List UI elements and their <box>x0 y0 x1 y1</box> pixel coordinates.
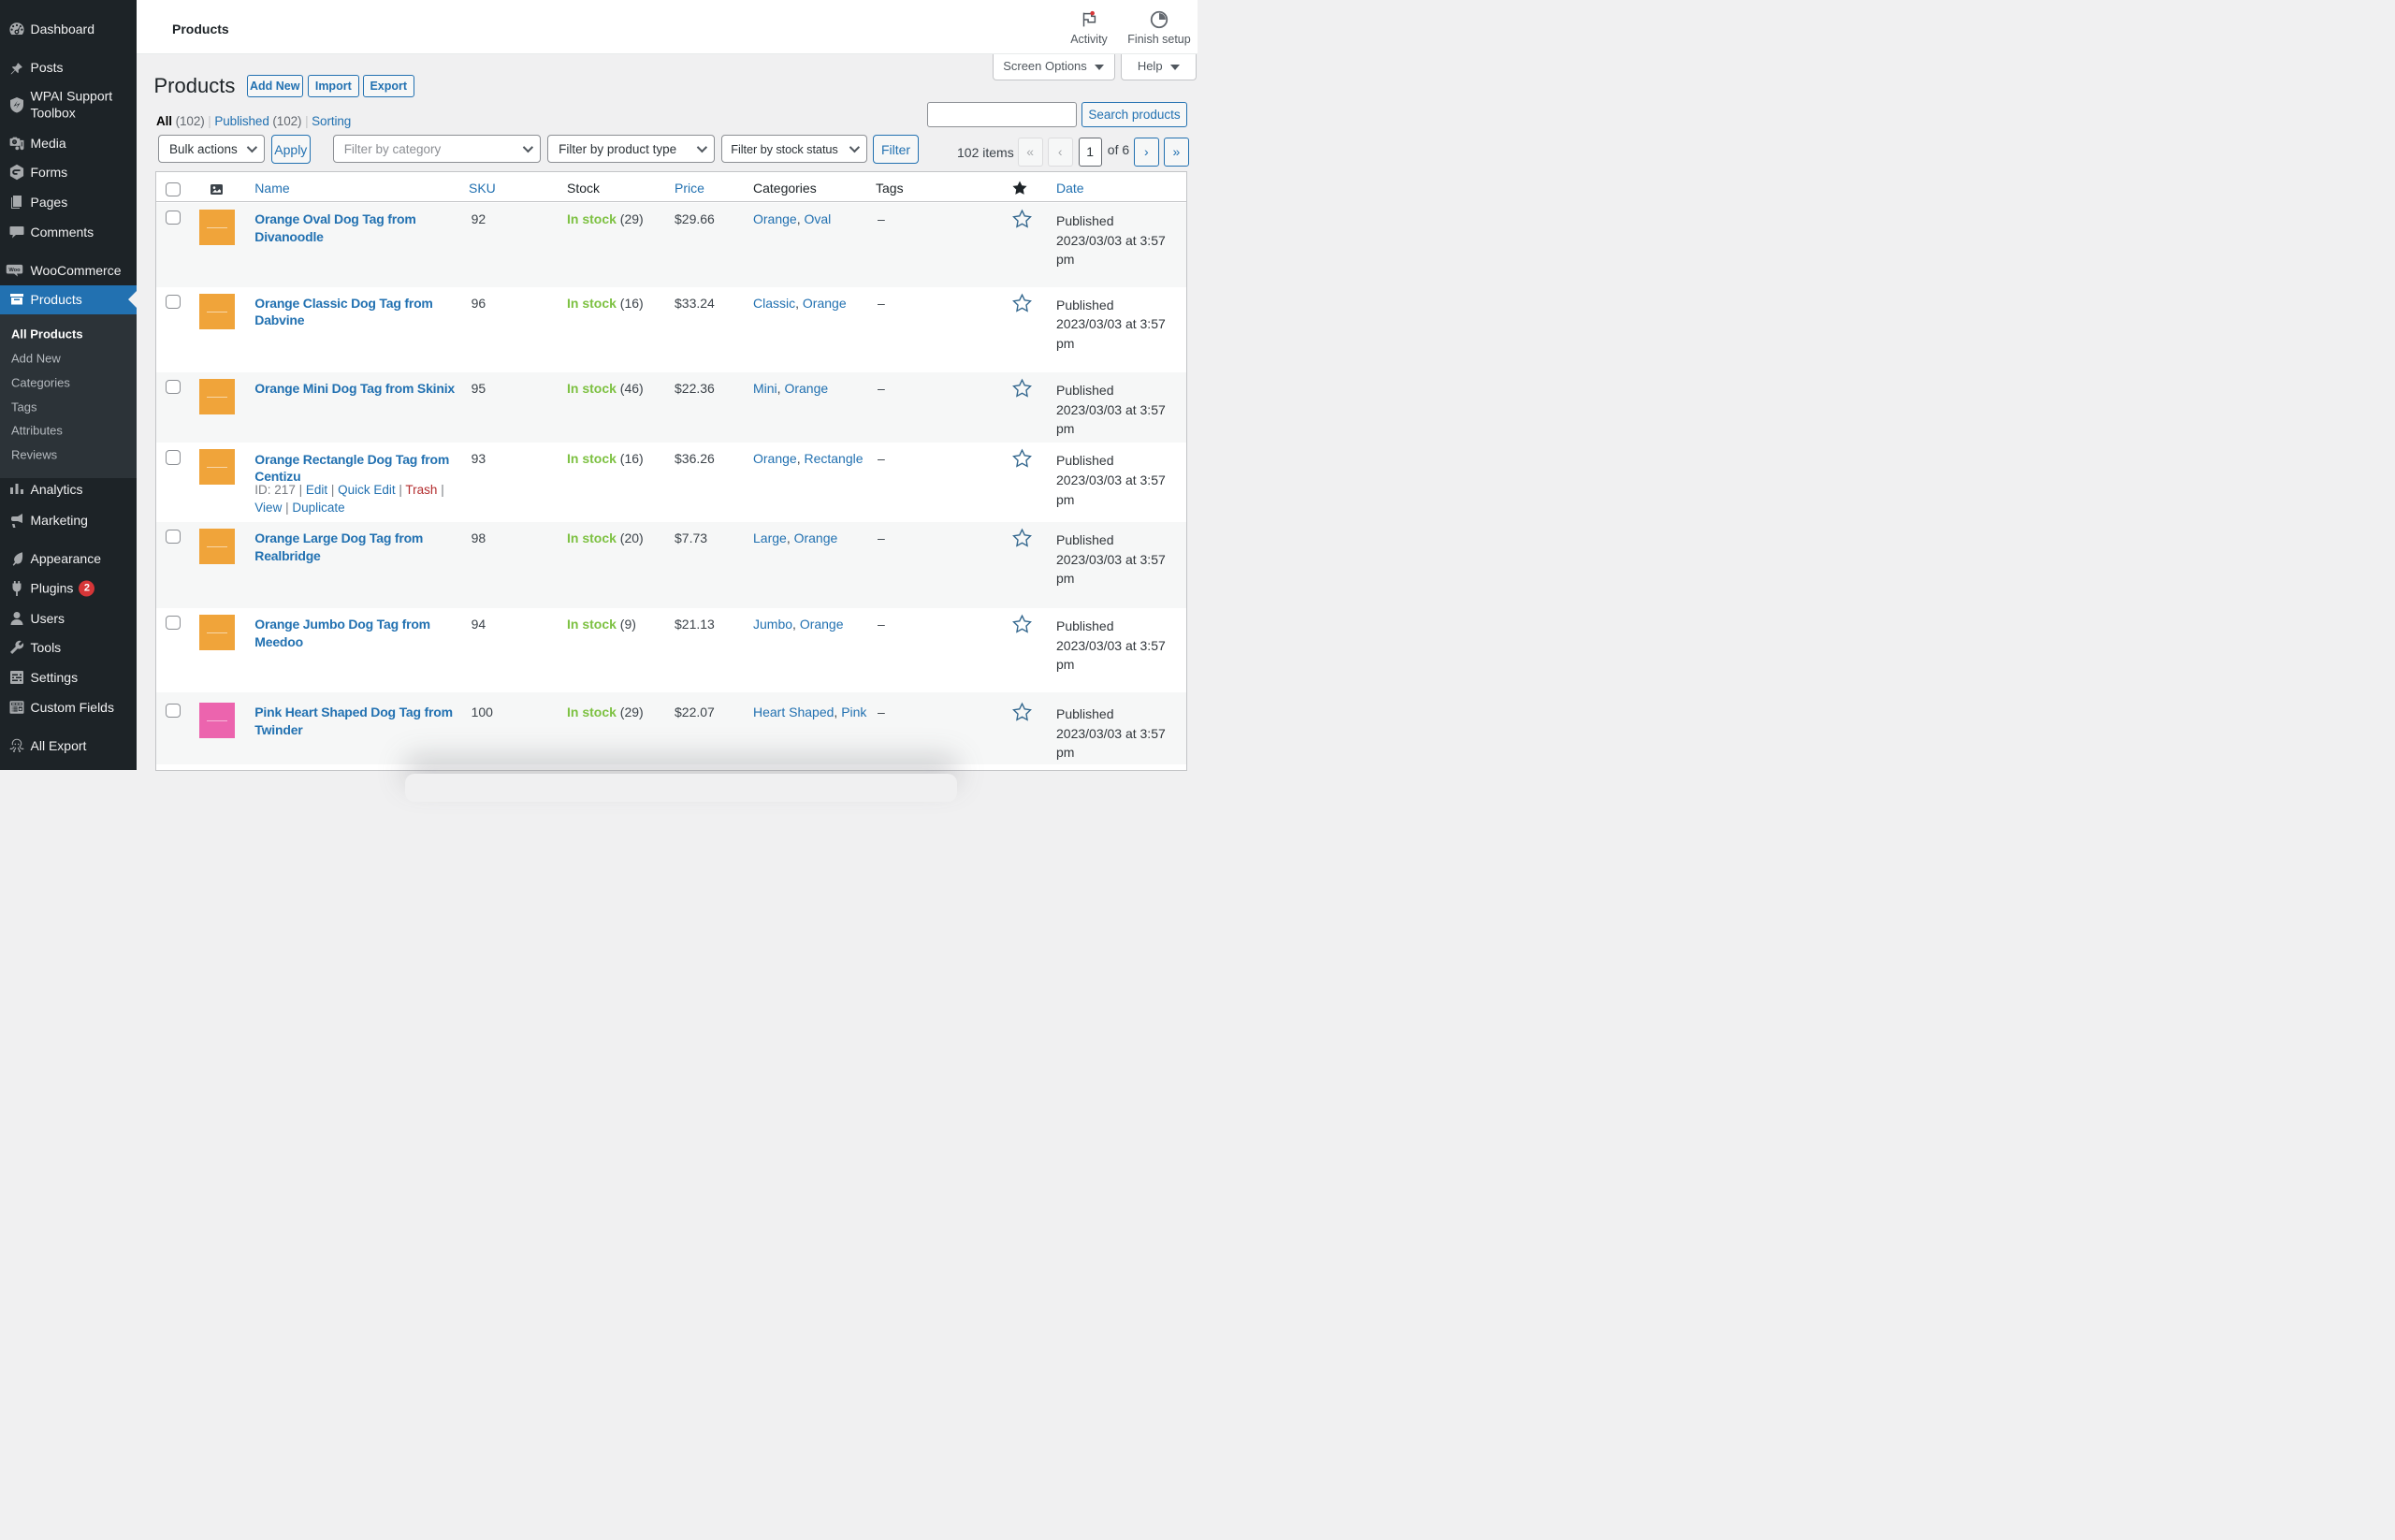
svg-text:Woo: Woo <box>8 268 21 273</box>
